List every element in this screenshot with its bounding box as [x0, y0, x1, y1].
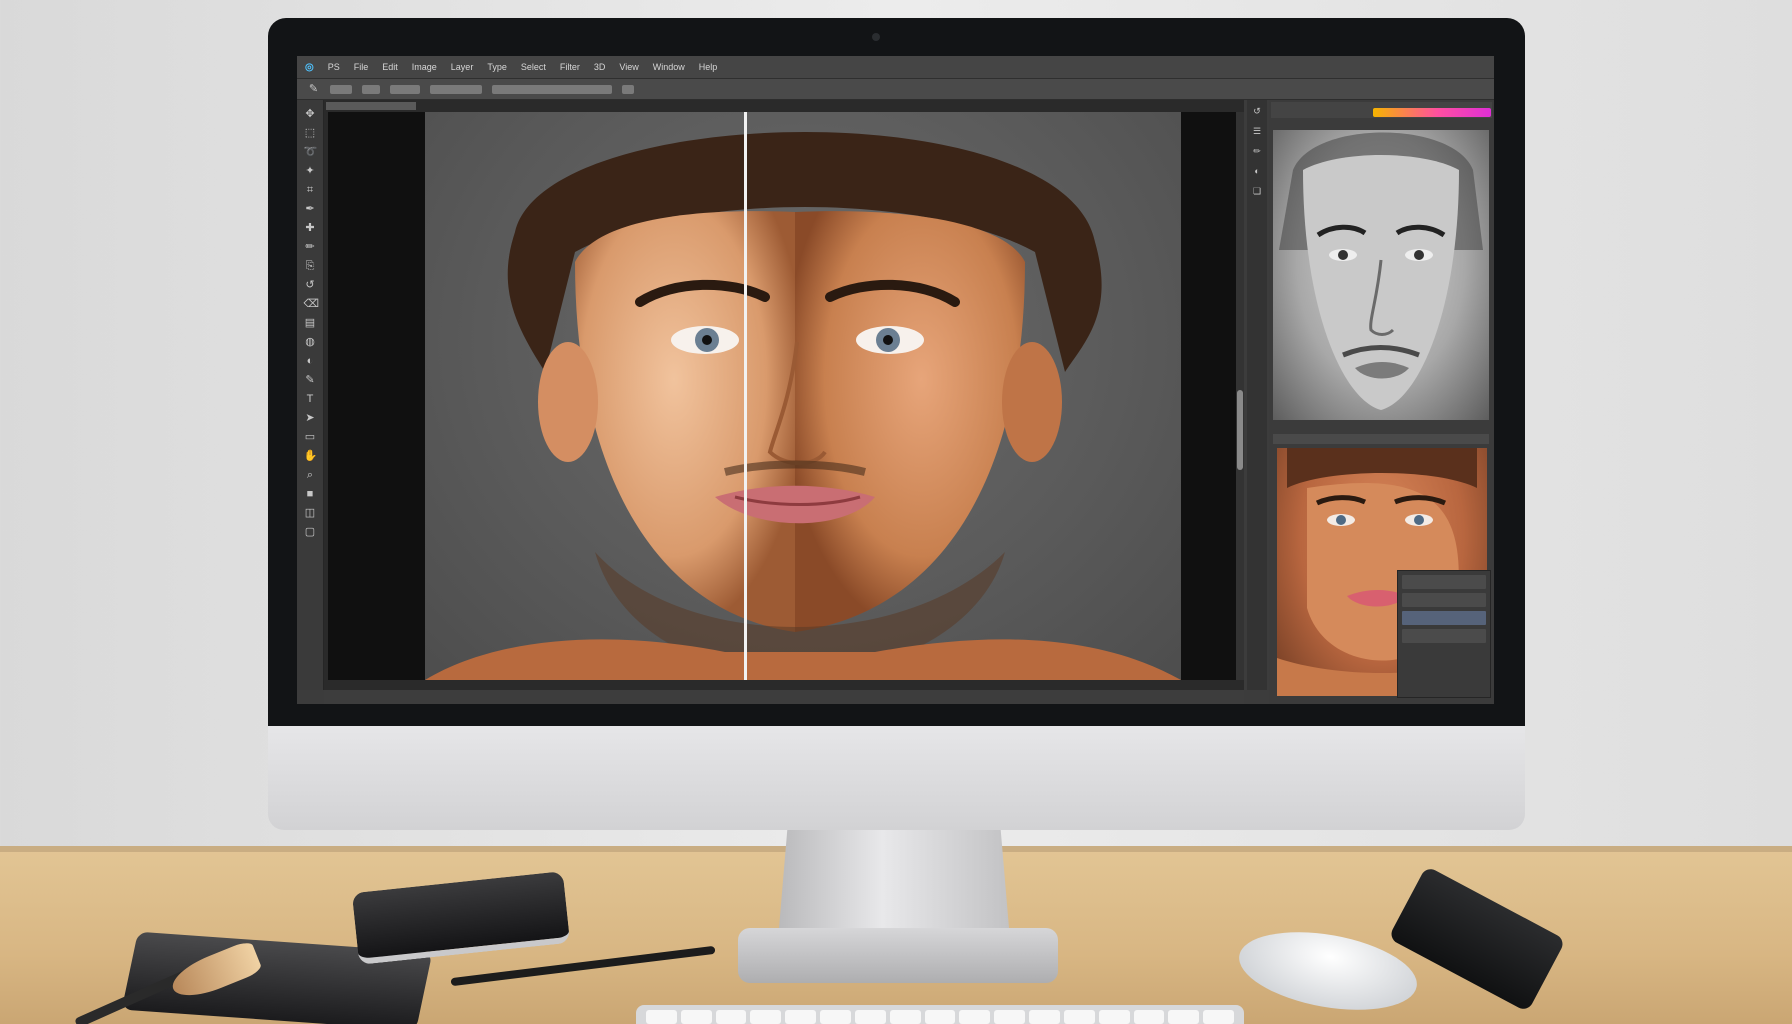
canvas-pasteboard-right	[1181, 112, 1236, 680]
canvas-area[interactable]	[324, 100, 1244, 690]
brush-icon[interactable]: ✏	[304, 241, 317, 254]
layer-row[interactable]	[1402, 611, 1486, 625]
healing-brush-icon[interactable]: ✚	[304, 222, 317, 235]
color-panel	[1271, 102, 1492, 118]
portrait-photo[interactable]	[425, 112, 1181, 680]
screen: ◎ PS File Edit Image Layer Type Select Filter 3D…	[297, 56, 1494, 704]
quick-mask-icon[interactable]: ◫	[304, 507, 317, 520]
screen-mode-icon[interactable]: ▢	[304, 526, 317, 539]
keyboard-key	[994, 1010, 1026, 1024]
menu-item-file[interactable]: File	[354, 62, 369, 72]
keyboard-key	[1133, 1010, 1165, 1024]
document-tab[interactable]	[326, 102, 416, 110]
history-icon[interactable]: ↺	[1252, 106, 1262, 116]
keyboard-key	[1168, 1010, 1200, 1024]
layers-panel-header[interactable]	[1273, 434, 1489, 444]
monitor-chin	[268, 726, 1525, 830]
menu-item-3d[interactable]: 3D	[594, 62, 606, 72]
eraser-icon[interactable]: ⌫	[304, 298, 320, 311]
options-bar: ✎	[297, 79, 1494, 100]
keyboard-key	[1203, 1010, 1235, 1024]
keyboard-key	[854, 1010, 886, 1024]
scrollbar-thumb[interactable]	[1237, 390, 1243, 470]
hand-icon[interactable]: ✋	[304, 450, 318, 463]
bw-portrait	[1279, 132, 1483, 410]
type-icon[interactable]: T	[304, 393, 317, 406]
right-panels	[1269, 100, 1494, 704]
crop-icon[interactable]: ⌗	[304, 184, 317, 197]
keyboard-key	[785, 1010, 817, 1024]
color-spectrum-bar[interactable]	[1373, 108, 1491, 117]
layers-panel	[1397, 570, 1491, 698]
menu-item-help[interactable]: Help	[699, 62, 718, 72]
tools-panel: ✥ ⬚ ➰ ✦ ⌗ ✒ ✚ ✏ ⎘ ↺ ⌫ ▤ ◍ ◐ ✎ T ➤ ▭ ✋ ⌕ ■ ◫ ▢	[297, 100, 324, 690]
app-logo[interactable]: ◎	[305, 62, 314, 73]
keyboard-key	[715, 1010, 747, 1024]
keyboard-key	[1029, 1010, 1060, 1024]
keyboard-key	[820, 1010, 851, 1024]
pen-icon[interactable]: ✎	[304, 374, 317, 387]
properties-icon[interactable]: ☰	[1252, 126, 1262, 136]
marquee-icon[interactable]: ⬚	[304, 127, 317, 140]
shape-icon[interactable]: ▭	[304, 431, 317, 444]
layers-icon[interactable]: ❏	[1252, 186, 1262, 196]
keyboard-key	[646, 1010, 677, 1024]
brushes-icon[interactable]: ✏	[1252, 146, 1262, 156]
menu-item-image[interactable]: Image	[412, 62, 437, 72]
keyboard-key	[680, 1010, 712, 1024]
collapsed-panel-strip: ↺ ☰ ✏ ◐ ❏	[1247, 100, 1267, 690]
status-bar	[324, 690, 1244, 704]
tool-preset-icon[interactable]: ✎	[307, 83, 320, 96]
dodge-icon[interactable]: ◐	[304, 355, 317, 368]
keyboard-key	[750, 1010, 782, 1024]
menu-item-type[interactable]: Type	[487, 62, 507, 72]
menu-item-filter[interactable]: Filter	[560, 62, 580, 72]
canvas-pasteboard-left	[328, 112, 425, 680]
path-select-icon[interactable]: ➤	[304, 412, 317, 425]
adjustments-icon[interactable]: ◐	[1252, 166, 1262, 176]
before-after-divider[interactable]	[744, 112, 747, 680]
portrait-illustration	[425, 132, 1181, 680]
quick-select-icon[interactable]: ✦	[304, 165, 317, 178]
menu-bar: ◎ PS File Edit Image Layer Type Select Filter 3D…	[297, 56, 1494, 79]
menu-item-window[interactable]: Window	[653, 62, 685, 72]
option-chip[interactable]	[492, 84, 612, 94]
menu-item-select[interactable]: Select	[521, 62, 546, 72]
monitor-stand-base	[738, 928, 1058, 983]
eyedropper-icon[interactable]: ✒	[304, 203, 317, 216]
option-chip[interactable]	[362, 84, 380, 94]
keyboard-key	[889, 1010, 921, 1024]
zoom-icon[interactable]: ⌕	[304, 469, 317, 482]
blur-icon[interactable]: ◍	[304, 336, 317, 349]
webcam	[872, 33, 880, 41]
menu-item-layer[interactable]: Layer	[451, 62, 474, 72]
history-brush-icon[interactable]: ↺	[304, 279, 317, 292]
layer-row[interactable]	[1402, 593, 1486, 607]
option-chip[interactable]	[622, 84, 634, 94]
black-white-preview[interactable]	[1273, 130, 1489, 420]
monitor-stand	[778, 830, 1010, 940]
keyboard	[636, 1005, 1244, 1024]
move-icon[interactable]: ✥	[304, 108, 317, 121]
option-chip[interactable]	[430, 84, 482, 94]
foreground-color-icon[interactable]: ■	[304, 488, 317, 501]
keyboard-key	[959, 1010, 991, 1024]
lasso-icon[interactable]: ➰	[304, 146, 318, 159]
option-chip[interactable]	[390, 84, 420, 94]
menu-item-ps[interactable]: PS	[328, 62, 340, 72]
layer-row[interactable]	[1402, 629, 1486, 643]
option-chip[interactable]	[330, 84, 352, 94]
clone-stamp-icon[interactable]: ⎘	[304, 260, 317, 273]
menu-item-view[interactable]: View	[619, 62, 638, 72]
menu-item-edit[interactable]: Edit	[382, 62, 398, 72]
keyboard-key	[1098, 1010, 1130, 1024]
keyboard-key	[924, 1010, 956, 1024]
layer-row[interactable]	[1402, 575, 1486, 589]
keyboard-key	[1063, 1010, 1095, 1024]
gradient-icon[interactable]: ▤	[304, 317, 317, 330]
